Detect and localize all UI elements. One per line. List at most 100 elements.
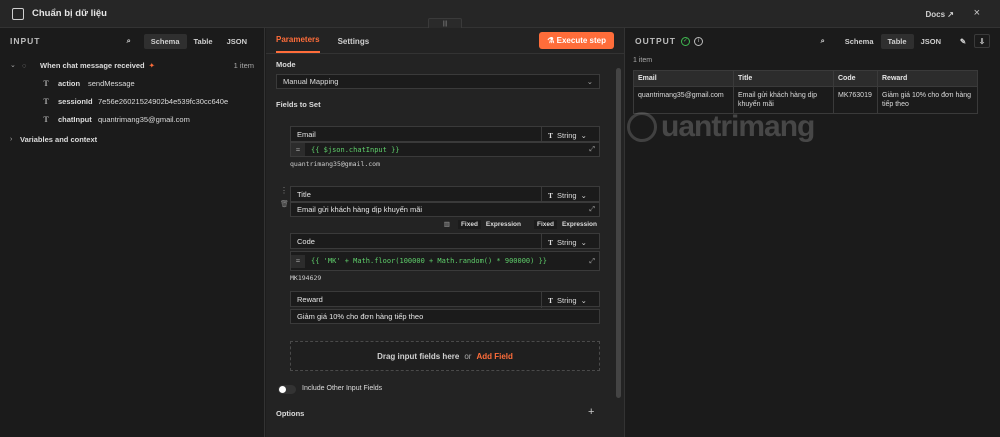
expression-toggle[interactable]: Expression [483,220,524,229]
chevron-down-icon[interactable]: ⌄ [10,61,22,69]
output-title: OUTPUT [635,36,676,46]
expression-input[interactable]: = {{ $json.chatInput }} ⤢ [290,142,600,157]
info-icon[interactable]: i [693,36,703,46]
drop-or: or [464,351,472,361]
expression-toggle[interactable]: Expression [559,220,600,229]
view-table-button[interactable]: Table [187,34,220,49]
field-title: Title T String ⌄ Email gửi khách hàng dịp … [290,186,600,229]
view-json-button[interactable]: JSON [220,34,254,49]
drop-zone[interactable]: Drag input fields here or Add Field [290,341,600,371]
type-value: String [557,130,577,140]
field-key: chatInput [58,114,92,124]
field-name: Email [297,129,316,139]
text-type-icon: T [548,237,554,247]
drop-text: Drag input fields here [377,351,460,361]
field-value: sendMessage [88,78,135,88]
pin-icon[interactable]: ⇩ [974,34,990,48]
schema-field-row[interactable]: T sessionId 7e56e26021524902b4e539fc30cc… [10,92,254,110]
view-schema-button[interactable]: Schema [143,33,187,49]
fixed-value: Email gửi khách hàng dịp khuyến mãi [297,205,423,214]
field-name: Code [297,236,315,246]
tab-settings[interactable]: Settings [338,37,370,53]
watermark-text: uantrimang [661,110,815,143]
view-schema-button[interactable]: Schema [838,34,881,49]
trigger-icon: ✦ [148,60,155,70]
edit-output-icon[interactable]: ✎ [956,34,970,48]
field-name-input[interactable]: Code T String ⌄ [290,233,600,250]
item-count: 1 item [233,60,254,70]
type-value: String [557,295,577,305]
input-panel: INPUT ⌕ Schema Table JSON ⌄ ◌ When chat … [0,28,265,437]
fixed-toggle[interactable]: Fixed [533,220,557,229]
field-email: Email T String ⌄ = {{ $json.chatInput }} ⤢… [290,126,600,168]
parameters-panel: Parameters Settings ⚗ Execute step Mode … [266,28,624,437]
node-label: When chat message received [40,60,145,70]
column-header: Reward [877,70,978,87]
trash-icon[interactable]: 🗑 [280,200,289,208]
text-type-icon: T [43,114,49,124]
text-type-icon: T [43,78,49,88]
close-button[interactable]: × [974,7,980,19]
expression-result: quantrimang35@gmail.com [290,160,381,168]
add-field-button[interactable]: Add Field [476,352,512,361]
table-cell: MK763019 [833,85,878,115]
mode-label: Mode [276,60,296,69]
chevron-right-icon: › [10,135,13,143]
fixed-value-input[interactable]: Email gửi khách hàng dịp khuyến mãi ⤢ [290,202,600,217]
expression-input[interactable]: = {{ 'MK' + Math.floor(100000 + Math.ran… [290,251,600,271]
docs-label: Docs [925,10,946,19]
include-other-toggle[interactable] [278,385,296,394]
expression-result: MK194629 [290,274,322,282]
field-value: 7e56e26021524902b4e539fc30cc640e [98,96,229,106]
table-cell: Giảm giá 10% cho đơn hàng tiếp theo [877,85,978,115]
search-icon[interactable]: ⌕ [816,34,830,48]
field-reward: Reward T String ⌄ Giảm giá 10% cho đơn hàn… [290,291,600,324]
external-link-icon: ↗ [947,10,954,19]
fixed-value-input[interactable]: Giảm giá 10% cho đơn hàng tiếp theo [290,309,600,324]
success-check-icon: ✓ [680,36,690,46]
expand-icon[interactable]: ⤢ [589,145,595,154]
expression-equals-icon: = [291,254,305,268]
text-type-icon: T [548,190,554,200]
edit-icon [12,7,24,20]
view-table-button[interactable]: Table [880,33,914,49]
fixed-toggle[interactable]: Fixed [457,220,481,229]
panel-icon[interactable]: ▥ [444,220,450,229]
text-type-icon: T [43,96,49,106]
expand-icon[interactable]: ⤢ [589,257,595,266]
type-value: String [557,190,577,200]
variables-row[interactable]: › Variables and context [10,130,254,148]
view-json-button[interactable]: JSON [914,34,948,49]
watermark-logo [627,112,657,142]
mode-value: Manual Mapping [283,77,339,86]
fixed-value: Giảm giá 10% cho đơn hàng tiếp theo [297,312,424,321]
docs-link[interactable]: Docs ↗ [926,10,955,19]
field-name-input[interactable]: Email T String ⌄ [290,126,600,143]
chevron-down-icon: ⌄ [580,237,587,247]
field-value: quantrimang35@gmail.com [98,114,190,124]
chat-node-icon: ◌ [22,60,27,70]
text-type-icon: T [548,130,554,140]
expression-equals-icon: = [291,143,305,156]
schema-field-row[interactable]: T action sendMessage [10,74,254,92]
expression-text: {{ 'MK' + Math.floor(100000 + Math.rando… [311,257,548,265]
text-type-icon: T [548,295,554,305]
window-title[interactable]: Chuẩn bị dữ liệu [32,8,107,19]
scrollbar[interactable] [616,68,621,398]
execute-step-button[interactable]: ⚗ Execute step [539,32,614,49]
type-select[interactable]: T String ⌄ [541,292,599,308]
type-select[interactable]: T String ⌄ [541,187,599,203]
mode-select[interactable]: Manual Mapping ⌄ [276,74,600,89]
type-select[interactable]: T String ⌄ [541,234,599,250]
search-icon[interactable]: ⌕ [122,34,136,48]
field-key: action [58,78,81,88]
variables-label: Variables and context [20,134,98,144]
add-option-icon[interactable]: + [588,406,594,418]
type-select[interactable]: T String ⌄ [541,127,599,143]
tab-parameters[interactable]: Parameters [276,35,320,53]
field-name-input[interactable]: Title T String ⌄ [290,186,600,203]
schema-field-row[interactable]: T chatInput quantrimang35@gmail.com [10,110,254,128]
output-panel: OUTPUT ✓ i ⌕ Schema Table JSON ✎ ⇩ 1 ite… [624,28,1000,437]
expand-icon[interactable]: ⤢ [589,206,595,214]
field-name-input[interactable]: Reward T String ⌄ [290,291,600,308]
